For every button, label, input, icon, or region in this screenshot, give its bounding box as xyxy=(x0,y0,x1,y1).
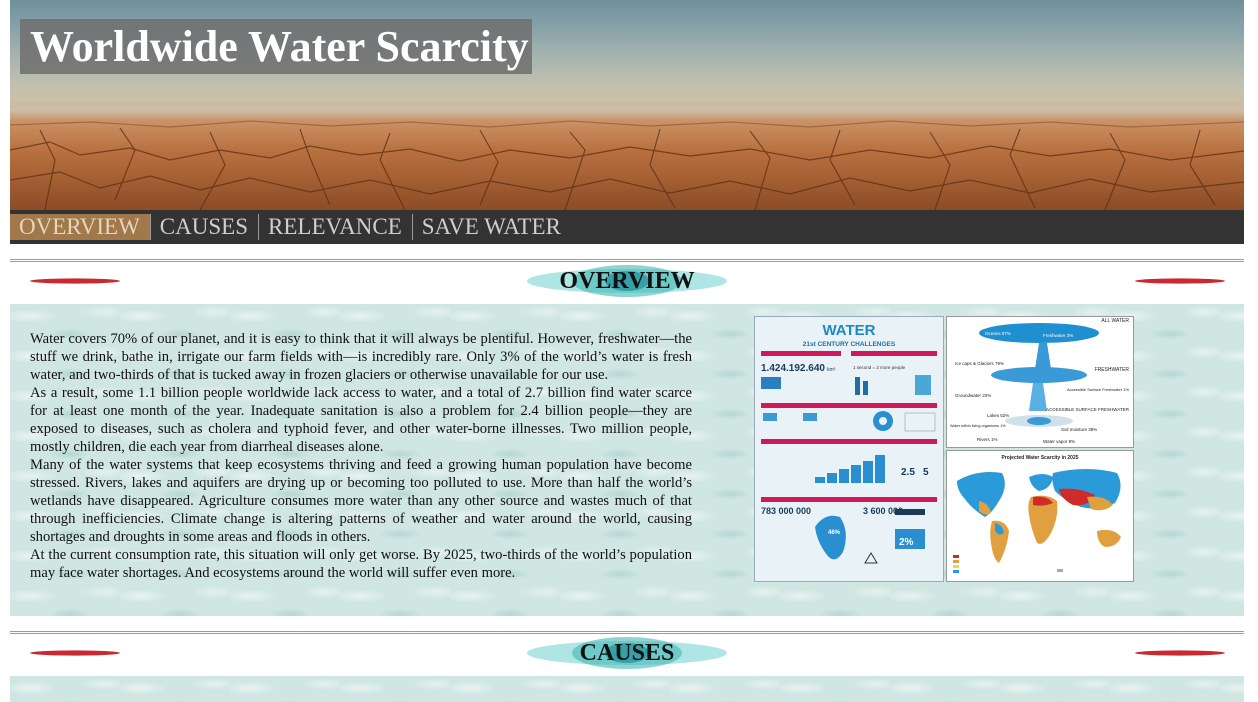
overview-text: Water covers 70% of our planet, and it i… xyxy=(30,330,692,582)
svg-text:2%: 2% xyxy=(899,537,914,548)
svg-text:46%: 46% xyxy=(828,530,841,536)
main-nav: OVERVIEW CAUSES RELEVANCE SAVE WATER xyxy=(10,210,1244,244)
svg-text:Water within living organisms: Water within living organisms 1% xyxy=(950,424,1006,428)
svg-text:FRESHWATER: FRESHWATER xyxy=(1095,367,1130,373)
infographic-subtitle: 21st CENTURY CHALLENGES xyxy=(803,341,896,348)
infographic-title: WATER xyxy=(822,322,875,339)
overview-paragraph: Many of the water systems that keep ecos… xyxy=(30,457,692,545)
svg-text:ALL WATER: ALL WATER xyxy=(1101,318,1129,324)
overview-heading-bar: OVERVIEW xyxy=(10,259,1244,307)
overview-panel: Water covers 70% of our planet, and it i… xyxy=(10,304,1244,616)
site-title: Worldwide Water Scarcity xyxy=(20,19,532,74)
causes-heading-bar: CAUSES xyxy=(10,631,1244,679)
svg-text:Projected Water Scarcity in 20: Projected Water Scarcity in 2025 xyxy=(1001,455,1078,461)
overview-paragraph: As a result, some 1.1 billion people wor… xyxy=(30,385,692,455)
overview-paragraph: Water covers 70% of our planet, and it i… xyxy=(30,331,692,383)
hero-banner: Worldwide Water Scarcity xyxy=(10,0,1244,210)
svg-text:Ice caps & Glaciers 79%: Ice caps & Glaciers 79% xyxy=(955,361,1004,366)
svg-text:Accessible Surface Freshwater: Accessible Surface Freshwater 1% xyxy=(1067,387,1129,392)
nav-item-relevance[interactable]: RELEVANCE xyxy=(259,214,413,240)
nav-item-save-water[interactable]: SAVE WATER xyxy=(413,214,571,240)
svg-text:Rivers 1%: Rivers 1% xyxy=(977,437,998,442)
svg-text:Water vapor 8%: Water vapor 8% xyxy=(1043,439,1075,444)
causes-heading: CAUSES xyxy=(579,640,675,666)
causes-panel xyxy=(10,676,1244,702)
svg-text:5: 5 xyxy=(923,467,929,478)
water-challenges-infographic: WATER 21st CENTURY CHALLENGES 1.424.192.… xyxy=(754,316,944,582)
svg-text:Lakes 52%: Lakes 52% xyxy=(987,413,1009,418)
svg-text:1 second = 2 more people: 1 second = 2 more people xyxy=(853,365,906,370)
nav-item-causes[interactable]: CAUSES xyxy=(151,214,259,240)
overview-heading: OVERVIEW xyxy=(559,268,695,294)
svg-text:2.5: 2.5 xyxy=(901,467,915,478)
all-water-infographic: ALL WATER Oceans 97% Freshwater 3% Ice c… xyxy=(946,316,1134,448)
svg-text:ACCESSIBLE SURFACE FRESHWATER: ACCESSIBLE SURFACE FRESHWATER xyxy=(1046,407,1130,412)
svg-text:Soil moisture 38%: Soil moisture 38% xyxy=(1061,427,1097,432)
nav-item-overview[interactable]: OVERVIEW xyxy=(10,214,151,240)
svg-text:Oceans 97%: Oceans 97% xyxy=(985,331,1011,336)
svg-text:km³: km³ xyxy=(827,367,836,373)
water-scarcity-map: Projected Water Scarcity in 2025 xyxy=(946,450,1134,582)
svg-text:Freshwater 3%: Freshwater 3% xyxy=(1043,333,1073,338)
overview-paragraph: At the current consumption rate, this si… xyxy=(30,547,692,581)
water-volume: 1.424.192.640 xyxy=(761,363,825,374)
svg-text:783 000 000: 783 000 000 xyxy=(761,506,811,516)
svg-text:Groundwater 20%: Groundwater 20% xyxy=(955,393,991,398)
